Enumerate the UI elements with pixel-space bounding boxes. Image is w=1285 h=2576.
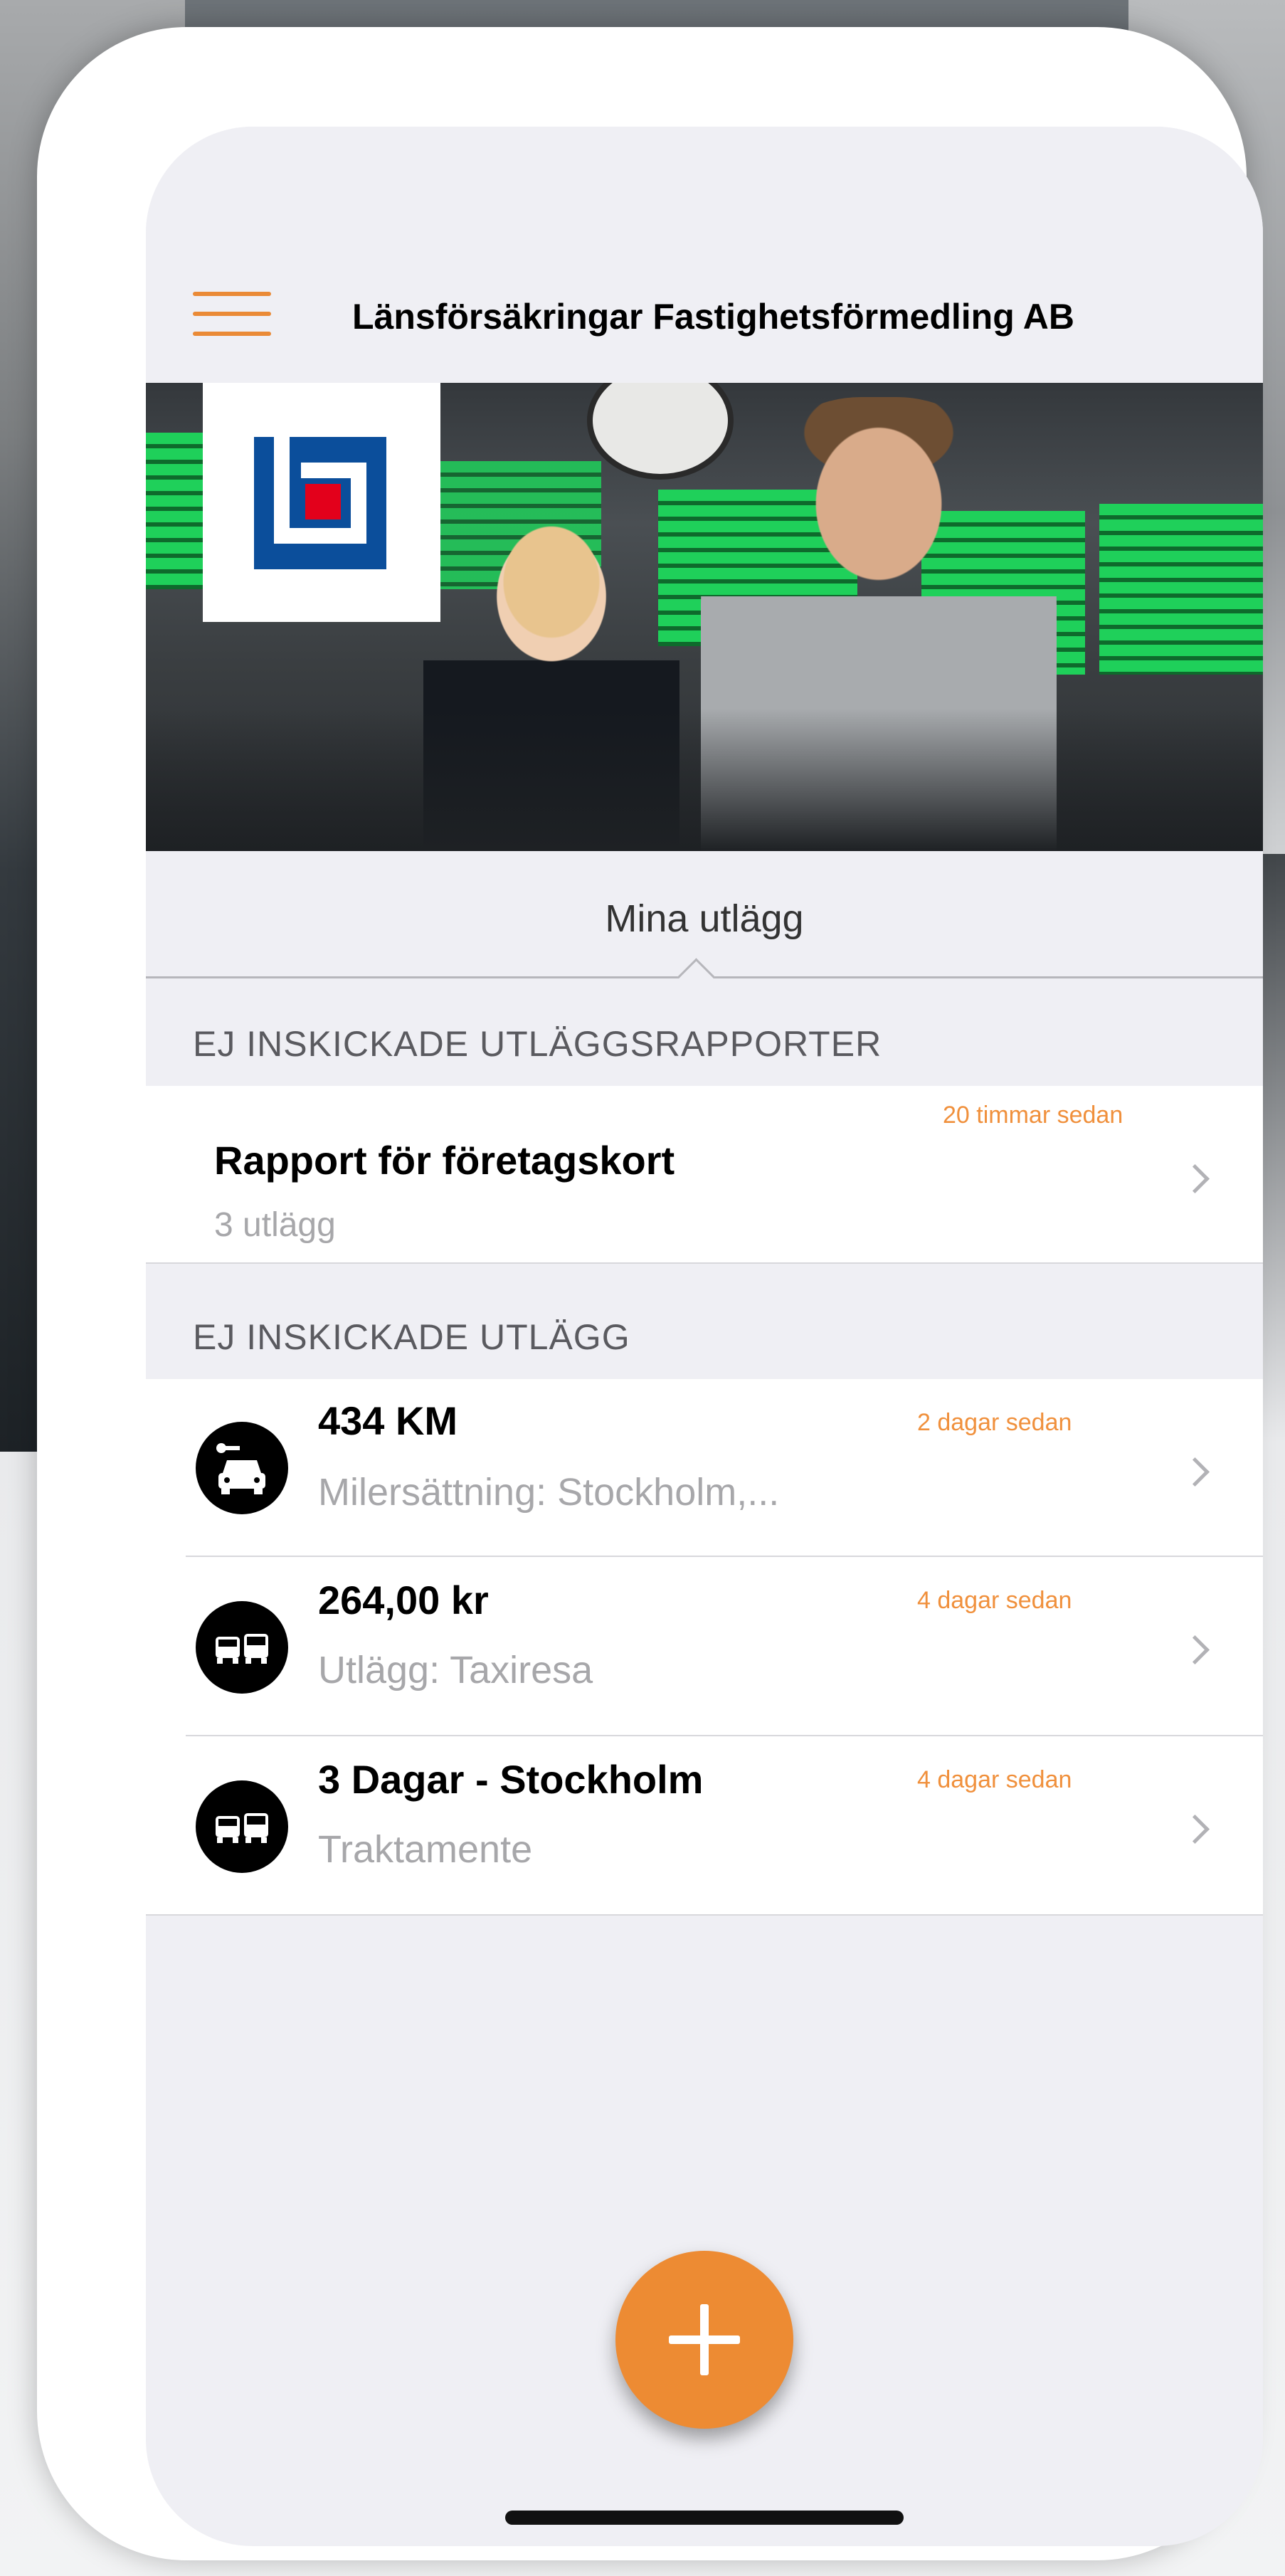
list-item-expense[interactable]: 3 Dagar - Stockholm 4 dagar sedan Trakta… bbox=[146, 1736, 1263, 1916]
report-subtitle: 3 utlägg bbox=[214, 1206, 336, 1244]
section-header-expenses: EJ INSKICKADE UTLÄGG bbox=[146, 1264, 1263, 1379]
navigation-bar: Länsförsäkringar Fastighetsförmedling AB bbox=[146, 127, 1263, 383]
page-title: Länsförsäkringar Fastighetsförmedling AB bbox=[352, 297, 1074, 337]
hamburger-menu-icon[interactable] bbox=[193, 292, 271, 336]
expense-time: 2 dagar sedan bbox=[917, 1409, 1072, 1436]
car-mileage-icon bbox=[196, 1422, 288, 1514]
expense-subtitle: Traktamente bbox=[318, 1828, 533, 1871]
chevron-right-icon bbox=[1180, 1635, 1210, 1665]
segment-tab-bar: Mina utlägg bbox=[146, 851, 1263, 996]
phone-frame: Länsförsäkringar Fastighetsförmedling AB bbox=[37, 27, 1263, 2560]
tab-mina-utlagg[interactable]: Mina utlägg bbox=[146, 894, 1263, 944]
expense-subtitle: Utlägg: Taxiresa bbox=[318, 1649, 593, 1691]
company-logo bbox=[203, 383, 440, 622]
expense-time: 4 dagar sedan bbox=[917, 1766, 1072, 1793]
home-indicator[interactable] bbox=[505, 2511, 904, 2525]
section-header-reports: EJ INSKICKADE UTLÄGGSRAPPORTER bbox=[146, 979, 1263, 1086]
chevron-right-icon bbox=[1180, 1814, 1210, 1844]
station-clock bbox=[587, 383, 734, 480]
expense-time: 4 dagar sedan bbox=[917, 1587, 1072, 1614]
lansforsakringar-logo-icon bbox=[254, 437, 386, 569]
report-title: Rapport för företagskort bbox=[214, 1138, 675, 1183]
list-item-report[interactable]: 20 timmar sedan Rapport för företagskort… bbox=[146, 1086, 1263, 1264]
expense-subtitle: Milersättning: Stockholm,... bbox=[318, 1471, 780, 1514]
expense-title: 434 KM bbox=[318, 1398, 458, 1443]
app-screen: Länsförsäkringar Fastighetsförmedling AB bbox=[146, 127, 1263, 2546]
chevron-right-icon bbox=[1180, 1163, 1210, 1194]
vehicles-icon bbox=[196, 1601, 288, 1694]
expense-title: 264,00 kr bbox=[318, 1578, 489, 1622]
list-item-expense[interactable]: 264,00 kr 4 dagar sedan Utlägg: Taxiresa bbox=[146, 1557, 1263, 1736]
report-time: 20 timmar sedan bbox=[943, 1102, 1123, 1129]
chevron-right-icon bbox=[1180, 1457, 1210, 1487]
hero-image bbox=[146, 383, 1263, 851]
expense-title: 3 Dagar - Stockholm bbox=[318, 1757, 704, 1802]
vehicles-icon bbox=[196, 1780, 288, 1873]
add-expense-button[interactable] bbox=[615, 2251, 793, 2429]
list-item-expense[interactable]: 434 KM 2 dagar sedan Milersättning: Stoc… bbox=[146, 1379, 1263, 1557]
